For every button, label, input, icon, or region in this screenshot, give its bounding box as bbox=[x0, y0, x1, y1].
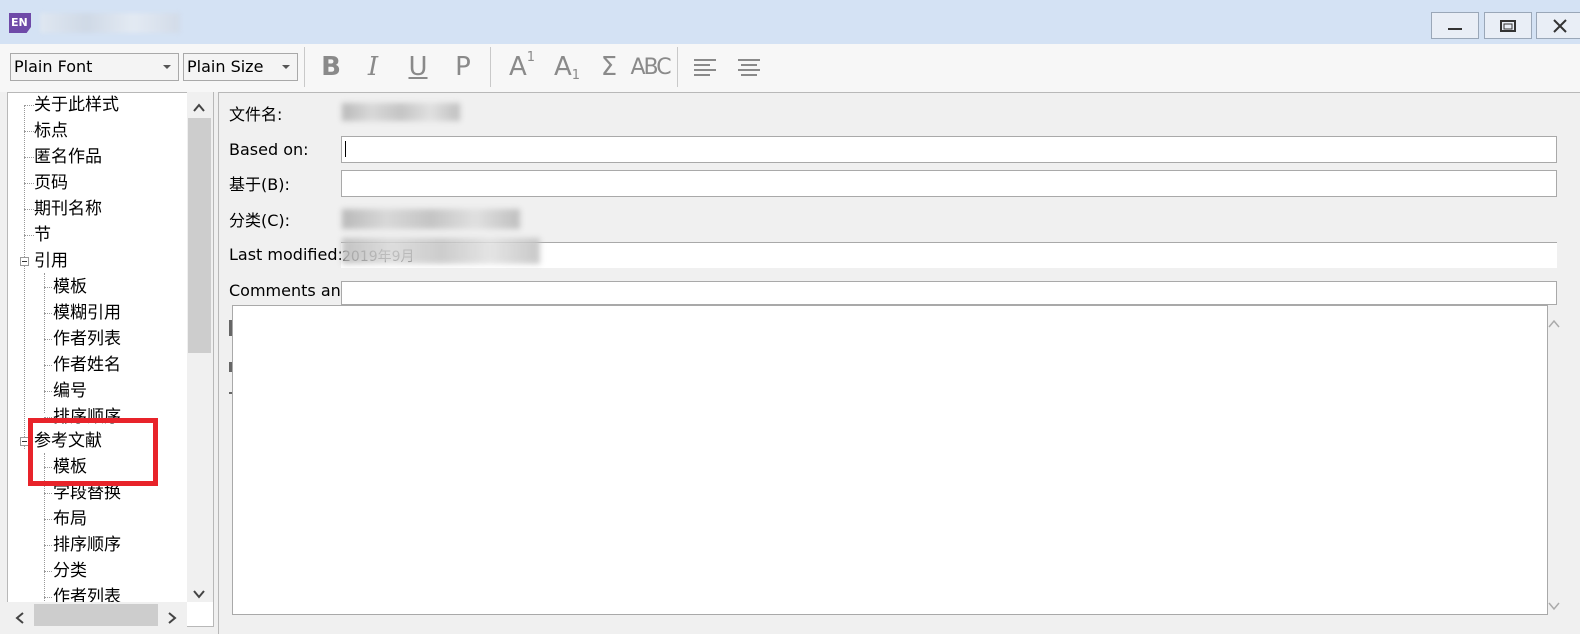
tree-item[interactable]: 布局 bbox=[53, 507, 87, 531]
tree-connector bbox=[24, 235, 34, 236]
underline-button[interactable]: U bbox=[403, 50, 433, 84]
based-on-field[interactable] bbox=[341, 136, 1557, 163]
tree-connector bbox=[44, 273, 45, 413]
tree-item[interactable]: 作者姓名 bbox=[53, 353, 121, 377]
tree-item[interactable]: 关于此样式 bbox=[34, 93, 119, 117]
plain-button[interactable]: P bbox=[448, 50, 478, 84]
minimize-icon bbox=[1448, 27, 1462, 30]
chevron-up-icon bbox=[193, 103, 205, 112]
category-value-redacted bbox=[342, 209, 520, 229]
superscript-button[interactable]: A1 bbox=[502, 50, 542, 84]
size-select-value: Plain Size bbox=[187, 57, 264, 76]
tree-connector bbox=[44, 493, 52, 494]
tree-connector bbox=[44, 287, 52, 288]
tree-item[interactable]: 匿名作品 bbox=[34, 145, 102, 169]
comments-textarea[interactable] bbox=[232, 305, 1548, 615]
tree-connector bbox=[44, 545, 52, 546]
textarea-scroll-down[interactable] bbox=[1548, 596, 1560, 615]
tree-connector bbox=[44, 519, 52, 520]
tree-item[interactable]: 作者列表 bbox=[53, 327, 121, 351]
tree-item[interactable]: 节 bbox=[34, 223, 51, 247]
tree-item[interactable]: 模板 bbox=[53, 275, 87, 299]
scroll-right-button[interactable] bbox=[167, 609, 177, 628]
tree-item[interactable]: 排序顺序 bbox=[53, 533, 121, 557]
tree-connector bbox=[44, 391, 52, 392]
based-on-cn-label: 基于(B): bbox=[229, 175, 290, 194]
tree-connector bbox=[44, 313, 52, 314]
close-button[interactable] bbox=[1536, 12, 1580, 39]
superscript-mark: 1 bbox=[526, 49, 536, 65]
app-icon: EN bbox=[9, 13, 31, 33]
window-title-redacted bbox=[40, 13, 180, 33]
chevron-down-icon bbox=[1548, 602, 1560, 611]
size-select[interactable]: Plain Size bbox=[183, 53, 298, 81]
textarea-scroll-up[interactable] bbox=[1548, 314, 1560, 333]
collapse-toggle[interactable] bbox=[20, 257, 29, 266]
tree-connector bbox=[24, 131, 34, 132]
chevron-down-icon bbox=[282, 65, 290, 69]
font-select-value: Plain Font bbox=[14, 57, 93, 76]
tree-connector bbox=[24, 157, 34, 158]
scroll-up-button[interactable] bbox=[193, 98, 205, 117]
smallcaps-button[interactable]: ABC bbox=[630, 50, 671, 84]
tree-connector bbox=[24, 105, 34, 106]
bold-button[interactable]: B bbox=[316, 50, 346, 84]
filename-label: 文件名: bbox=[229, 105, 283, 124]
align-left-button[interactable] bbox=[690, 50, 720, 84]
chevron-up-icon bbox=[1548, 319, 1560, 328]
italic-button[interactable]: I bbox=[358, 50, 388, 84]
tree-vertical-scroll-thumb[interactable] bbox=[188, 118, 211, 353]
align-center-button[interactable] bbox=[734, 50, 764, 84]
last-modified-label: Last modified: bbox=[229, 245, 343, 264]
tree-item[interactable]: 模糊引用 bbox=[53, 301, 121, 325]
last-modified-redacted bbox=[342, 238, 540, 264]
maximize-button[interactable] bbox=[1484, 12, 1532, 39]
category-label: 分类(C): bbox=[229, 211, 291, 230]
font-select[interactable]: Plain Font bbox=[10, 53, 179, 81]
based-on-cn-field[interactable] bbox=[341, 170, 1557, 197]
tree-item[interactable]: 标点 bbox=[34, 119, 68, 143]
comments-label: Comments and bbox=[229, 281, 351, 300]
tree-connector bbox=[44, 571, 52, 572]
chevron-down-icon bbox=[163, 65, 171, 69]
restore-icon bbox=[1500, 19, 1516, 32]
minimize-button[interactable] bbox=[1431, 12, 1479, 39]
subscript-mark: 1 bbox=[571, 67, 581, 83]
toolbar-separator bbox=[304, 47, 305, 87]
scroll-left-button[interactable] bbox=[15, 609, 25, 628]
title-bar bbox=[0, 0, 1580, 44]
tree-item[interactable]: 编号 bbox=[53, 379, 87, 403]
tree-connector bbox=[44, 365, 52, 366]
subscript-letter: A bbox=[553, 52, 572, 82]
chevron-down-icon bbox=[193, 590, 205, 599]
based-on-label: Based on: bbox=[229, 140, 309, 159]
tree-connector bbox=[24, 183, 34, 184]
style-tree: 关于此样式 标点 匿名作品 页码 期刊名称 节 引用 模板 模糊引用 作者列表 … bbox=[7, 92, 214, 627]
tree-connector bbox=[44, 597, 52, 598]
chevron-left-icon bbox=[15, 612, 24, 624]
tree-connector bbox=[24, 209, 34, 210]
tree-item[interactable]: 引用 bbox=[34, 249, 68, 273]
tree-item[interactable]: 期刊名称 bbox=[34, 197, 102, 221]
toolbar-separator bbox=[677, 47, 678, 87]
align-left-icon bbox=[694, 59, 716, 76]
tree-item[interactable]: 页码 bbox=[34, 171, 68, 195]
tree-horizontal-scroll-thumb[interactable] bbox=[34, 604, 158, 626]
tree-item[interactable]: 分类 bbox=[53, 559, 87, 583]
highlight-annotation-box bbox=[28, 418, 158, 486]
scroll-down-button[interactable] bbox=[193, 584, 205, 603]
superscript-letter: A bbox=[508, 52, 527, 82]
comments-field[interactable] bbox=[341, 281, 1557, 305]
align-center-icon bbox=[738, 59, 760, 76]
chevron-right-icon bbox=[168, 612, 177, 624]
tree-connector bbox=[44, 339, 52, 340]
filename-value-redacted bbox=[342, 103, 460, 121]
toolbar-separator bbox=[490, 47, 491, 87]
subscript-button[interactable]: A1 bbox=[547, 50, 587, 84]
text-cursor bbox=[345, 141, 346, 157]
symbol-button[interactable]: Σ bbox=[592, 50, 626, 84]
close-icon bbox=[1553, 18, 1567, 33]
